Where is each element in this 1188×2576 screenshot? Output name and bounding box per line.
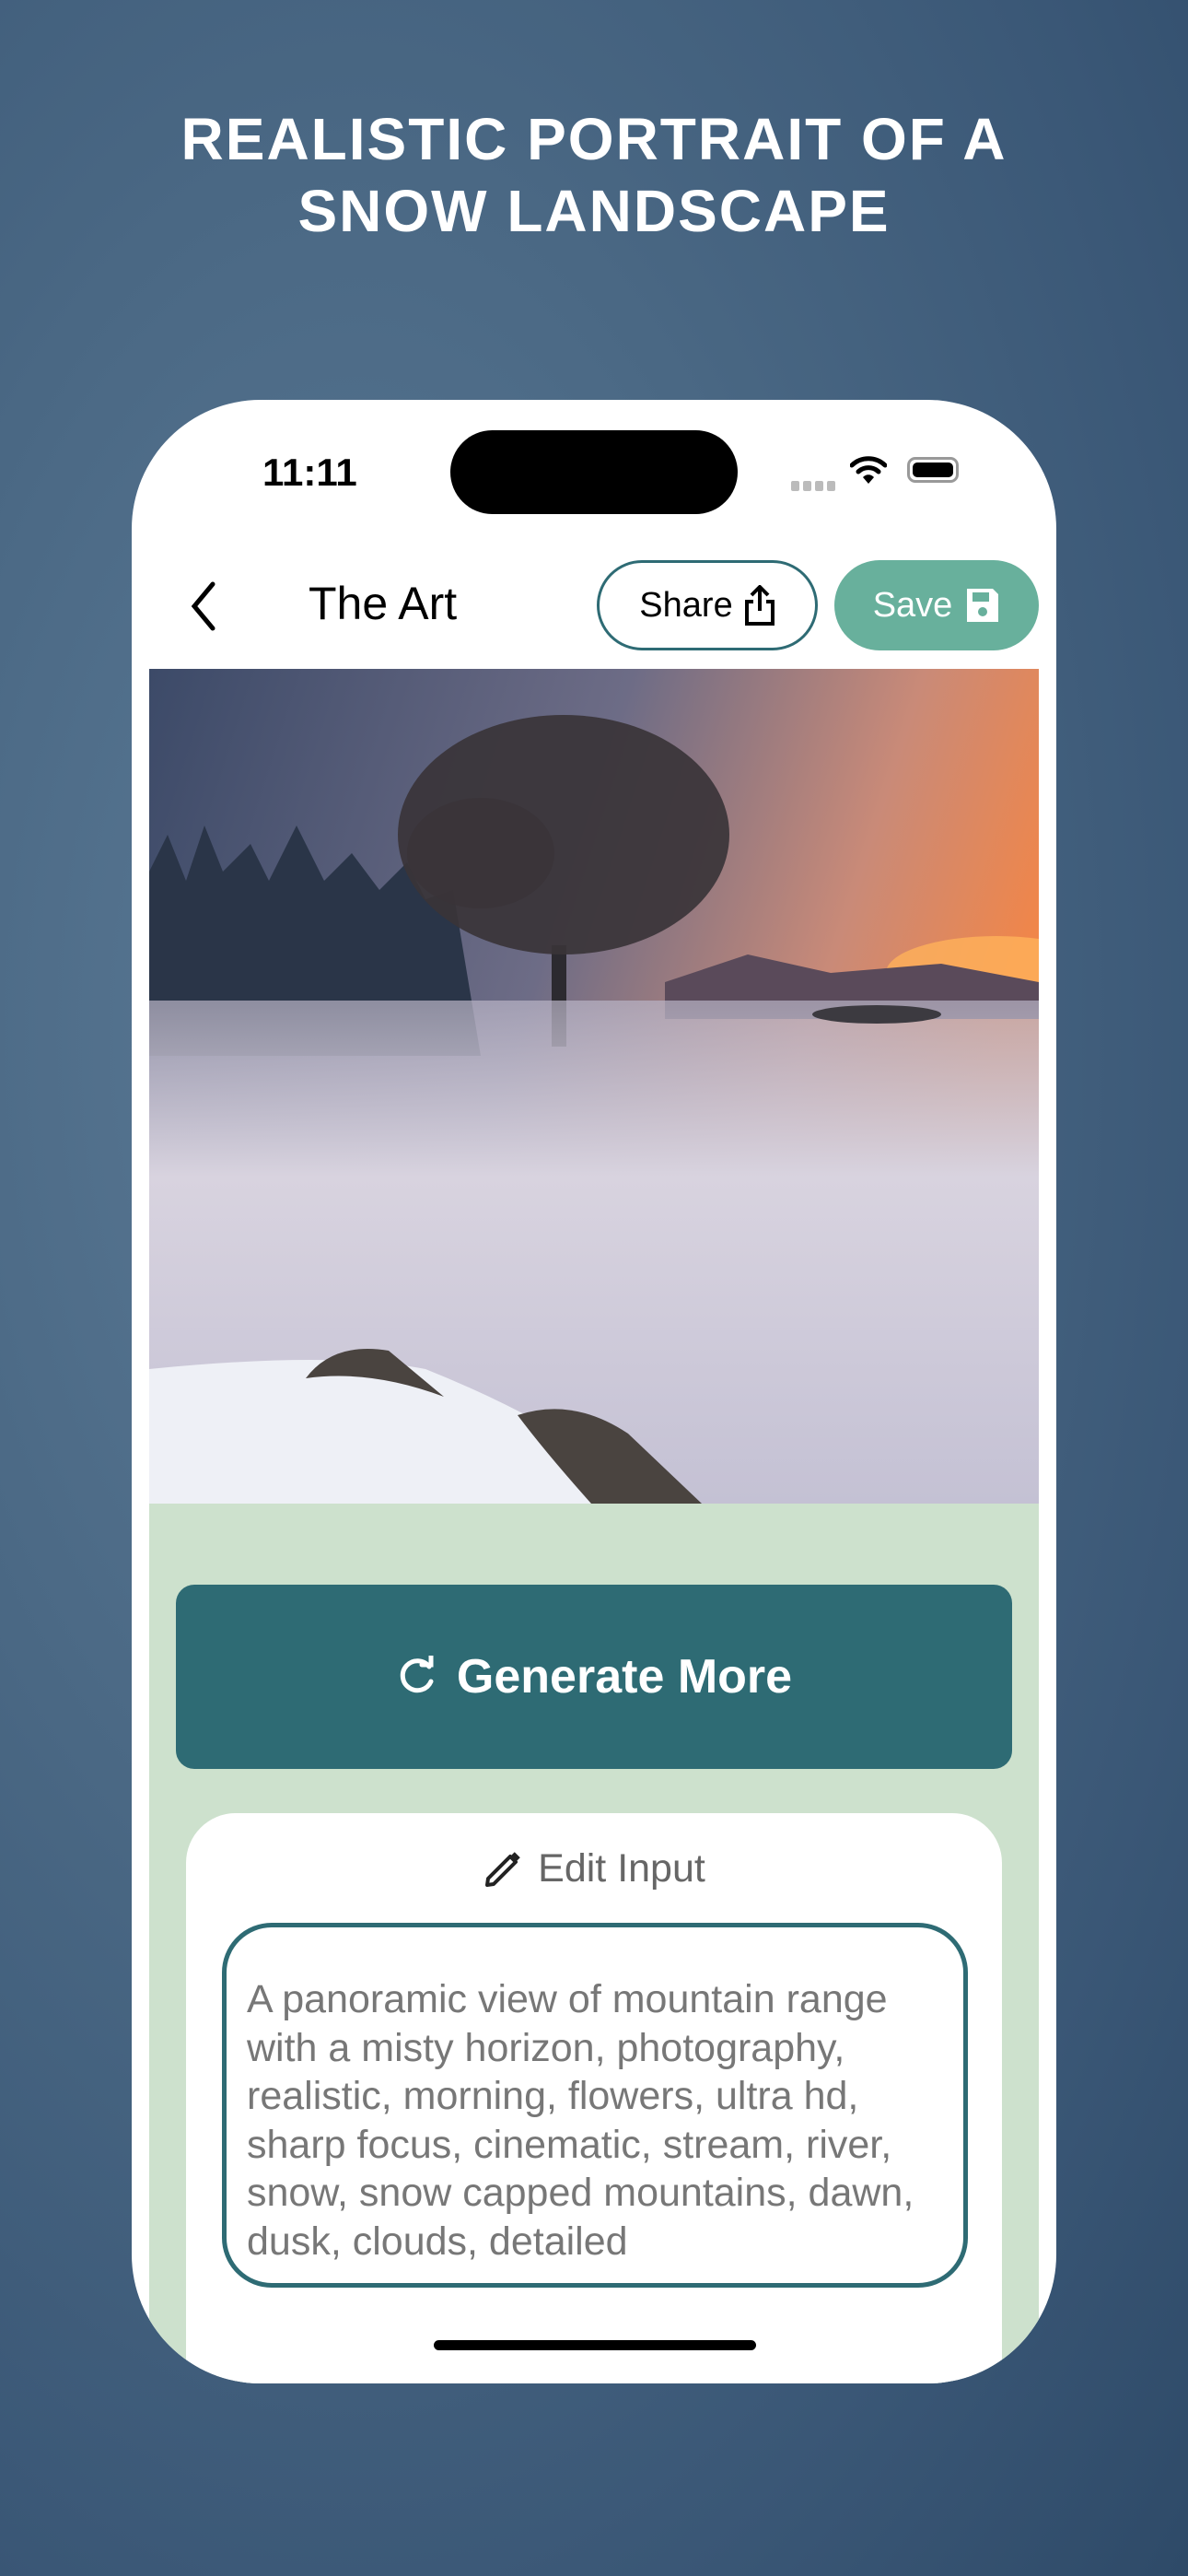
- floppy-disk-icon: [967, 589, 999, 622]
- prompt-textarea[interactable]: A panoramic view of mountain range with …: [222, 1923, 968, 2288]
- pencil-icon: [485, 1851, 520, 1887]
- save-label: Save: [872, 585, 953, 625]
- dynamic-island: [450, 430, 738, 514]
- edit-input-header: Edit Input: [186, 1846, 1002, 1891]
- generated-art-image: [149, 669, 1039, 1504]
- signal-icon: [791, 479, 839, 496]
- save-button[interactable]: Save: [834, 560, 1039, 650]
- refresh-icon: [400, 1656, 434, 1693]
- status-time: 11:11: [262, 451, 357, 494]
- phone-frame: 11:11 The Art Share Save Generate More E…: [132, 400, 1056, 2383]
- wifi-icon: [850, 456, 887, 484]
- generate-more-label: Generate More: [456, 1650, 793, 1704]
- headline: REALISTIC PORTRAIT OF A SNOW LANDSCAPE: [0, 103, 1188, 247]
- battery-icon: [907, 457, 959, 483]
- page-title: The Art: [309, 578, 458, 629]
- headline-line-2: SNOW LANDSCAPE: [297, 178, 891, 244]
- edit-input-label: Edit Input: [538, 1846, 705, 1891]
- home-indicator[interactable]: [434, 2340, 756, 2350]
- share-icon: [744, 585, 775, 626]
- edit-input-card: Edit Input A panoramic view of mountain …: [186, 1813, 1002, 2383]
- share-button[interactable]: Share: [597, 560, 818, 650]
- prompt-text: A panoramic view of mountain range with …: [247, 1977, 914, 2264]
- chevron-left-icon[interactable]: [187, 580, 220, 632]
- share-label: Share: [639, 585, 733, 625]
- generate-more-button[interactable]: Generate More: [176, 1585, 1012, 1769]
- headline-line-1: REALISTIC PORTRAIT OF A: [181, 106, 1007, 172]
